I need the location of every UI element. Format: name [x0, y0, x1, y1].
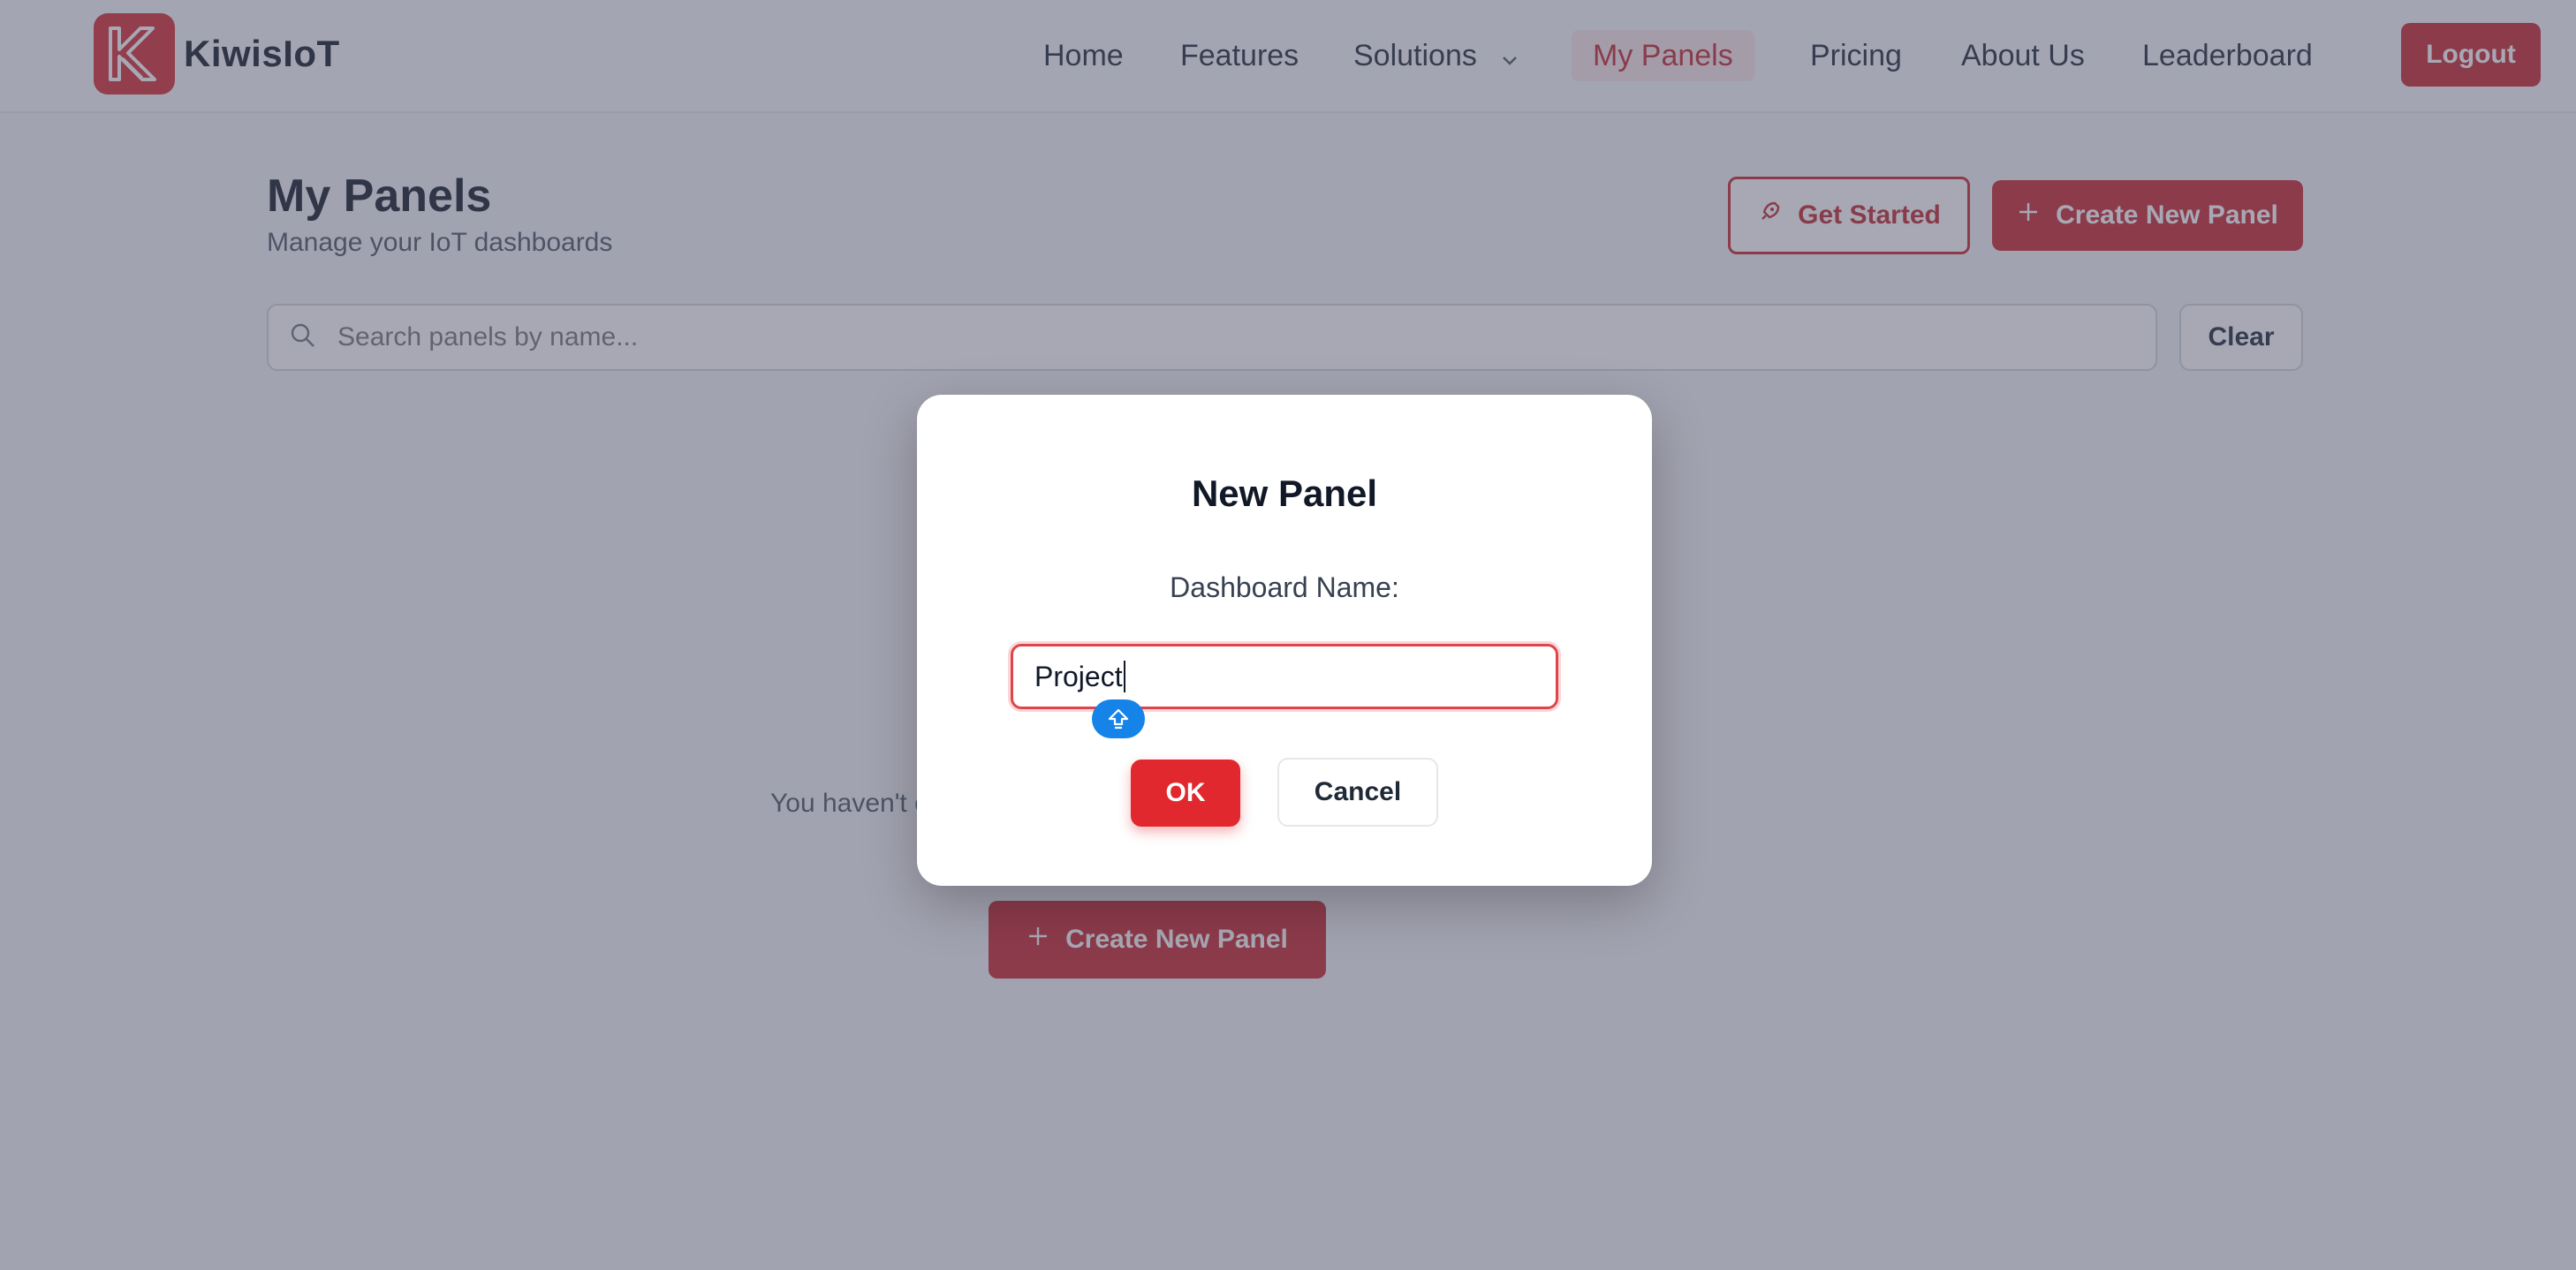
dialog-title: New Panel	[1191, 472, 1378, 514]
text-caret	[1123, 661, 1125, 692]
page: KiwisIoT Home Features Solutions My Pane…	[0, 0, 2576, 1270]
dashboard-name-value: Project	[1034, 660, 1123, 692]
shift-arrow-icon[interactable]	[1092, 699, 1145, 738]
dashboard-name-input[interactable]: Project	[1011, 644, 1558, 709]
ok-button[interactable]: OK	[1131, 760, 1240, 827]
dashboard-name-label: Dashboard Name:	[1170, 571, 1399, 603]
cancel-button[interactable]: Cancel	[1277, 758, 1438, 827]
new-panel-dialog: New Panel Dashboard Name: Project OK Can…	[917, 395, 1652, 886]
